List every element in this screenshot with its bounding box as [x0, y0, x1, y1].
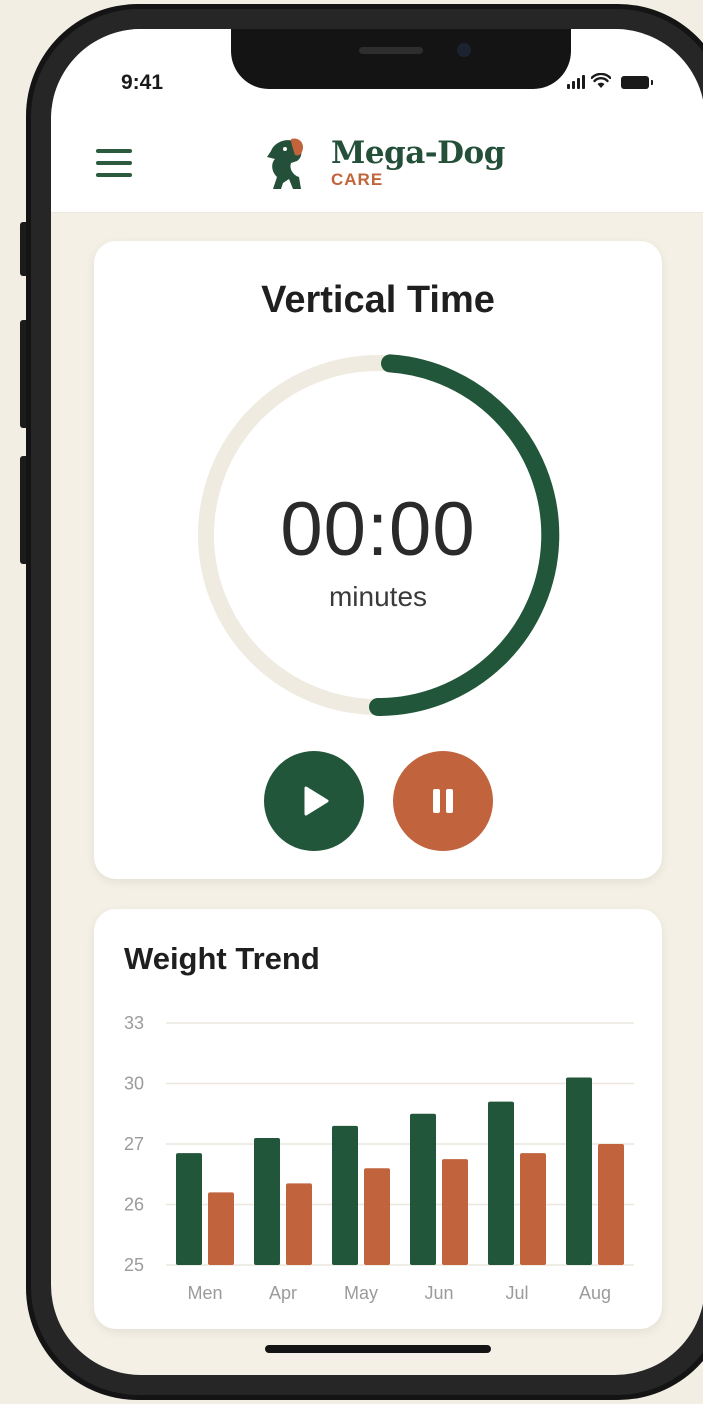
timer-value: 00:00 — [280, 487, 476, 572]
pause-button[interactable] — [393, 751, 493, 851]
phone-bezel: 9:41 Mega-Dog CARE Vertical Time 00:00 m… — [31, 9, 703, 1395]
x-tick-label: Jul — [505, 1283, 528, 1303]
timer-title: Vertical Time — [261, 279, 495, 321]
weight-bar — [442, 1159, 468, 1265]
front-camera — [457, 43, 471, 57]
pause-icon — [433, 789, 453, 813]
weight-card: Weight Trend 33 30 27 26 25 Men Apr May Jun Jul Au… — [94, 909, 662, 1329]
weight-bar — [598, 1144, 624, 1265]
menu-bar — [96, 149, 132, 153]
home-indicator — [265, 1345, 491, 1353]
weight-bar — [364, 1168, 390, 1265]
battery-icon — [621, 76, 653, 89]
menu-bar — [96, 173, 132, 177]
wifi-icon — [591, 73, 611, 88]
stage: 9:41 Mega-Dog CARE Vertical Time 00:00 m… — [0, 0, 703, 1404]
y-tick-label: 27 — [124, 1134, 144, 1154]
brand-name: Mega-Dog — [331, 135, 505, 171]
menu-bar — [96, 161, 132, 165]
y-tick-label: 25 — [124, 1255, 144, 1275]
x-tick-label: May — [344, 1283, 378, 1303]
weight-bar — [332, 1125, 358, 1265]
dog-logo-icon — [267, 138, 303, 189]
weight-bar — [566, 1077, 592, 1265]
status-time: 9:41 — [121, 71, 164, 94]
screen: 9:41 Mega-Dog CARE Vertical Time 00:00 m… — [51, 29, 703, 1375]
weight-chart: 33 30 27 26 25 Men Apr May Jun Jul Aug — [124, 1013, 634, 1303]
play-icon — [304, 786, 329, 816]
weight-bar — [286, 1183, 312, 1265]
menu-button[interactable] — [96, 149, 132, 177]
weight-bar — [254, 1137, 280, 1265]
weight-bar — [410, 1113, 436, 1265]
weight-bar — [208, 1192, 234, 1265]
signal-icon — [567, 75, 585, 89]
timer-unit: minutes — [328, 581, 428, 612]
x-tick-label: Men — [187, 1283, 222, 1303]
notch — [231, 29, 571, 89]
x-tick-label: Jun — [424, 1283, 453, 1303]
x-tick-label: Aug — [579, 1283, 611, 1303]
timer-card: Vertical Time 00:00 minutes — [94, 241, 662, 879]
weight-bar — [520, 1153, 546, 1265]
status-icons — [567, 73, 653, 89]
phone-frame: 9:41 Mega-Dog CARE Vertical Time 00:00 m… — [26, 4, 703, 1400]
brand-logo: Mega-Dog CARE — [263, 133, 505, 193]
y-tick-label: 26 — [124, 1195, 144, 1215]
y-tick-label: 33 — [124, 1013, 144, 1033]
weight-bar — [176, 1153, 202, 1265]
brand-subtitle: CARE — [331, 170, 384, 189]
y-tick-label: 30 — [124, 1074, 144, 1094]
speaker — [359, 47, 423, 54]
x-tick-label: Apr — [269, 1283, 297, 1303]
play-button[interactable] — [264, 751, 364, 851]
weight-bar — [488, 1101, 514, 1265]
